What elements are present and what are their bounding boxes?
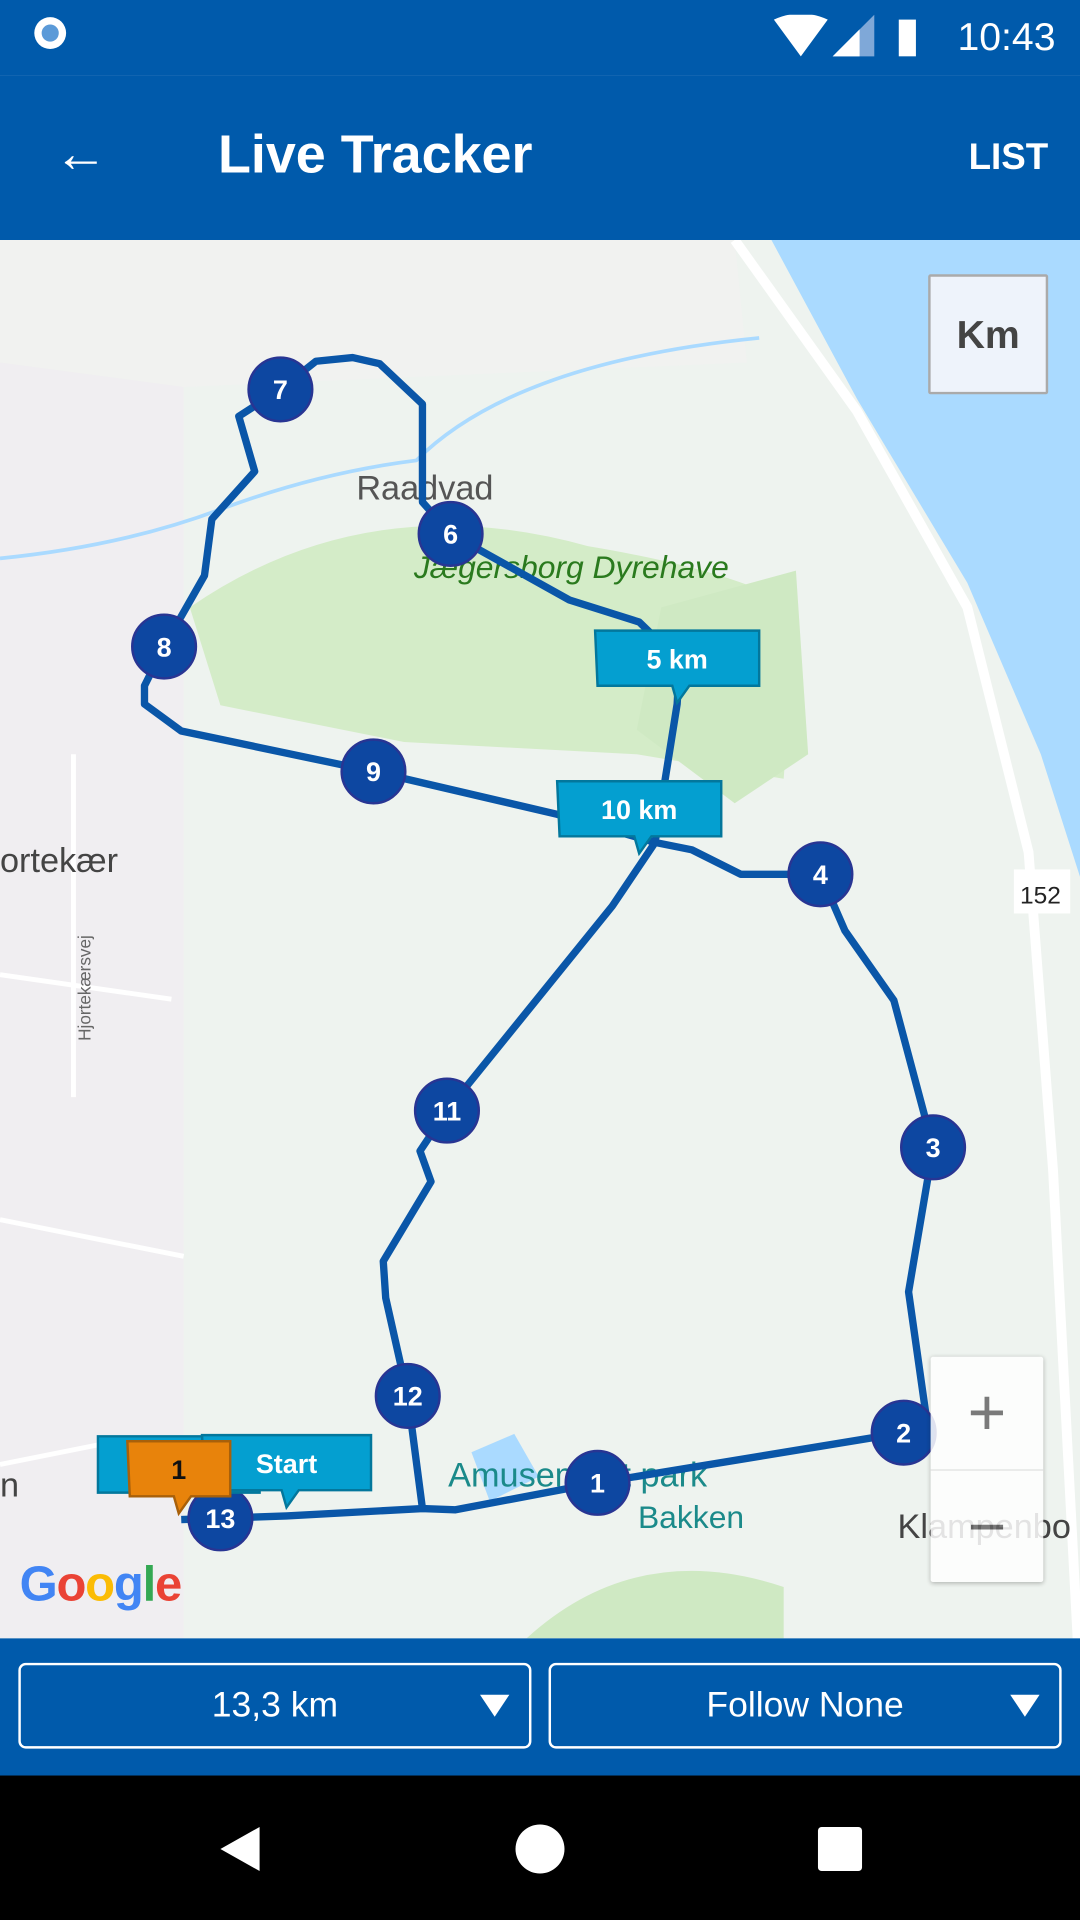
checkpoint-marker[interactable]: 4	[787, 841, 854, 908]
svg-text:12: 12	[393, 1382, 423, 1412]
svg-text:Start: Start	[256, 1449, 317, 1479]
map-view[interactable]: Raadvad Jægersborg Dyrehave ortekær Hjortek…	[0, 240, 1080, 1639]
svg-text:9: 9	[366, 757, 381, 787]
place-label: n	[0, 1466, 19, 1504]
recents-nav-icon[interactable]	[817, 1826, 863, 1872]
checkpoint-marker[interactable]: 1	[564, 1449, 631, 1516]
clock: 10:43	[957, 14, 1056, 59]
notification-icon	[34, 17, 67, 49]
svg-text:1: 1	[171, 1455, 186, 1485]
checkpoint-marker[interactable]: 2	[870, 1399, 937, 1466]
zoom-out-button[interactable]: −	[931, 1471, 1044, 1584]
dropdown-arrow-icon	[1010, 1694, 1040, 1717]
place-label: ortekær	[0, 842, 118, 880]
page-title: Live Tracker	[217, 124, 533, 185]
distance-select-value: 13,3 km	[211, 1685, 339, 1725]
svg-text:5 km: 5 km	[646, 645, 707, 675]
svg-text:4: 4	[813, 860, 828, 890]
svg-text:6: 6	[443, 520, 458, 550]
checkpoint-marker[interactable]: 3	[900, 1114, 967, 1181]
checkpoint-marker[interactable]: 7	[247, 356, 314, 423]
distance-select[interactable]: 13,3 km	[18, 1662, 532, 1749]
checkpoint-marker[interactable]: 8	[131, 613, 198, 680]
checkpoint-marker[interactable]: 11	[413, 1077, 481, 1144]
back-nav-icon[interactable]	[216, 1824, 265, 1873]
bottom-bar: 13,3 km Follow None	[0, 1638, 1080, 1776]
status-bar: 10:43	[0, 0, 1080, 76]
place-label: 152	[1020, 883, 1061, 910]
svg-text:7: 7	[273, 375, 288, 405]
svg-text:10 km: 10 km	[601, 795, 677, 825]
svg-text:2: 2	[896, 1418, 911, 1448]
follow-select[interactable]: Follow None	[548, 1662, 1062, 1749]
checkpoint-marker[interactable]: 6	[417, 500, 484, 567]
signal-icons	[773, 14, 916, 57]
android-nav-bar	[0, 1775, 1080, 1920]
arrow-left-icon[interactable]: ←	[54, 127, 108, 181]
svg-text:3: 3	[926, 1133, 941, 1163]
place-label: Hjortekærsvej	[75, 935, 95, 1041]
wifi-icon	[773, 14, 828, 57]
unit-toggle-button[interactable]: Km	[928, 274, 1049, 395]
distance-flag-10km[interactable]: 10 km	[555, 780, 723, 857]
app-bar: ← Live Tracker LIST	[0, 75, 1080, 241]
dropdown-arrow-icon	[480, 1694, 510, 1717]
home-nav-icon[interactable]	[515, 1824, 565, 1874]
battery-icon	[898, 19, 916, 57]
list-button[interactable]: LIST	[969, 137, 1049, 179]
checkpoint-marker[interactable]: 9	[340, 738, 407, 805]
svg-text:8: 8	[157, 632, 172, 662]
svg-text:1: 1	[590, 1469, 605, 1499]
svg-text:11: 11	[433, 1096, 461, 1126]
checkpoint-marker[interactable]: 12	[374, 1362, 441, 1429]
route-line	[140, 353, 937, 1524]
zoom-controls: + −	[930, 1356, 1044, 1584]
zoom-in-button[interactable]: +	[930, 1357, 1044, 1471]
svg-text:13: 13	[205, 1504, 235, 1534]
follow-select-value: Follow None	[706, 1685, 904, 1725]
google-logo: Google	[19, 1557, 183, 1612]
place-label: Bakken	[638, 1499, 744, 1535]
